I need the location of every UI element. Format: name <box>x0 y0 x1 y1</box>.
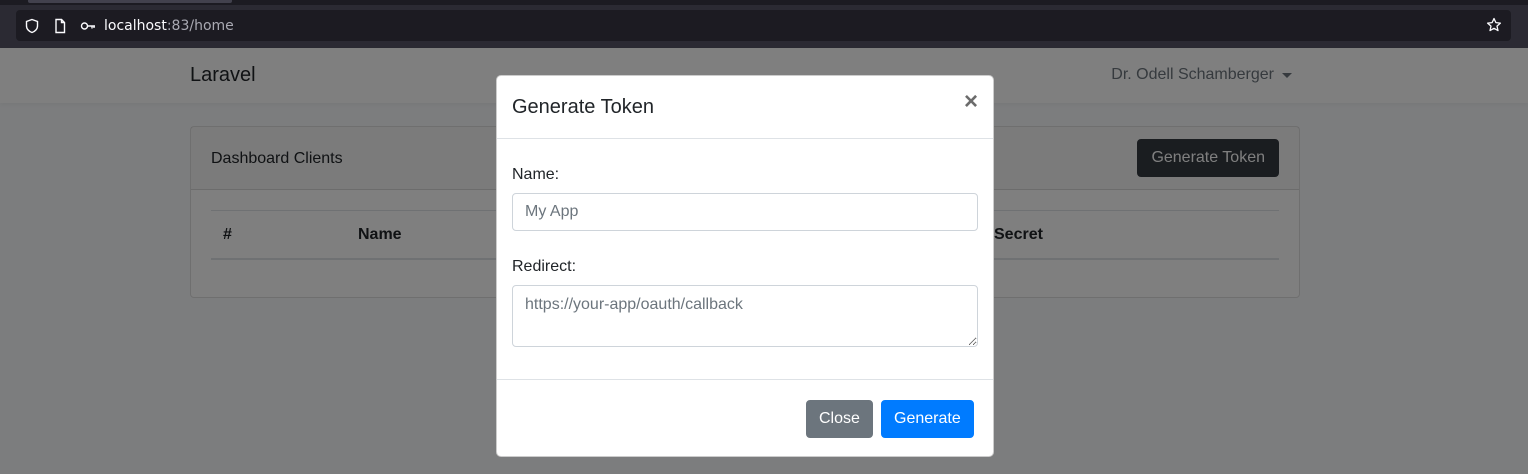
name-label: Name: <box>512 166 560 183</box>
page-icon <box>52 18 68 34</box>
browser-toolbar: localhost:83/home <box>0 0 1528 48</box>
shield-icon[interactable] <box>24 18 40 34</box>
url-text[interactable]: localhost:83/home <box>104 18 234 34</box>
url-bar[interactable]: localhost:83/home <box>16 10 1511 41</box>
url-path: :83/home <box>166 17 234 34</box>
active-tab[interactable] <box>28 0 232 3</box>
star-icon[interactable] <box>1486 17 1502 33</box>
url-host: localhost <box>104 17 167 34</box>
generate-button[interactable]: Generate <box>881 400 974 438</box>
redirect-label: Redirect: <box>512 258 577 275</box>
modal-title: Generate Token <box>512 96 654 118</box>
name-input[interactable] <box>512 193 978 231</box>
modal-footer: Close Generate <box>497 379 993 458</box>
key-icon[interactable] <box>80 18 96 34</box>
close-icon[interactable]: × <box>964 90 978 114</box>
modal-header: Generate Token × <box>497 76 993 139</box>
redirect-input[interactable] <box>512 285 978 347</box>
close-button[interactable]: Close <box>806 400 873 438</box>
generate-token-modal: Generate Token × Name: Redirect: Close G… <box>496 75 994 457</box>
tab-strip <box>0 0 1528 5</box>
